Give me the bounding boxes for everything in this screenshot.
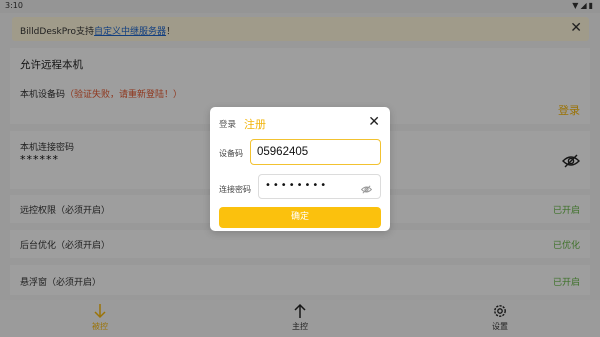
confirm-button[interactable]: 确定 [219,207,381,228]
tab-register[interactable]: 注册 [244,116,266,132]
tab-login[interactable]: 登录 [219,118,236,130]
login-register-dialog: 登录 注册 ✕ 设备码 05962405 连接密码 •••••••• 确定 [210,107,390,231]
eye-off-icon[interactable] [360,181,373,203]
password-field-label: 连接密码 [219,185,251,194]
password-input[interactable]: •••••••• [258,174,381,199]
device-code-field-label: 设备码 [219,149,243,158]
password-input-value: •••••••• [265,180,329,191]
device-code-input[interactable]: 05962405 [250,139,381,165]
dialog-close-icon[interactable]: ✕ [368,114,380,130]
